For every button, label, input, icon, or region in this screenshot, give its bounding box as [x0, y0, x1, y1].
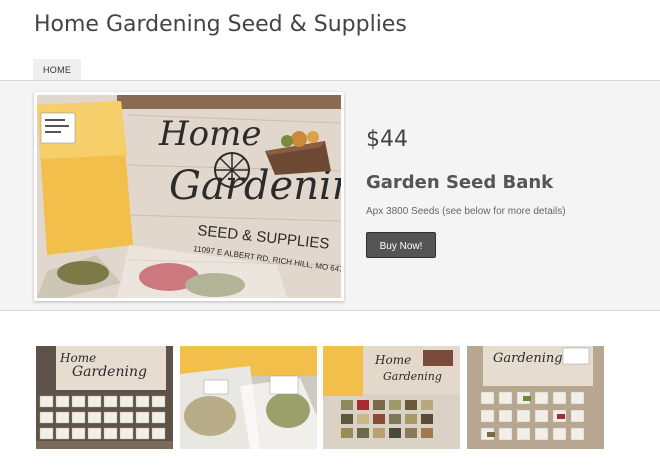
svg-text:Gardening: Gardening — [72, 364, 147, 380]
product-price: $44 — [366, 127, 408, 152]
hero-section: Home Gardening SEED & SUPPLIES 11097 E A… — [0, 81, 660, 311]
site-title[interactable]: Home Gardening Seed & Supplies — [34, 12, 407, 37]
svg-text:Gardening: Gardening — [493, 351, 563, 366]
gallery-thumbnail[interactable]: Home Gardening — [323, 346, 460, 449]
main-nav: HOME — [33, 59, 82, 81]
gallery-thumbnail[interactable] — [180, 346, 317, 449]
product-title: Garden Seed Bank — [366, 172, 554, 193]
gallery-thumbnail[interactable]: Home Gardening — [36, 346, 173, 449]
product-main-image[interactable]: Home Gardening SEED & SUPPLIES 11097 E A… — [34, 92, 344, 301]
svg-text:Home: Home — [374, 353, 411, 367]
photo-brand-line1: Home — [158, 114, 261, 154]
nav-item-home[interactable]: HOME — [33, 59, 82, 81]
buy-now-button[interactable]: Buy Now! — [366, 232, 436, 258]
svg-text:Home: Home — [59, 351, 96, 365]
gallery-thumbnail[interactable]: Gardening — [467, 346, 604, 449]
svg-text:Gardening: Gardening — [383, 370, 442, 383]
product-description: Apx 3800 Seeds (see below for more detai… — [366, 206, 566, 217]
